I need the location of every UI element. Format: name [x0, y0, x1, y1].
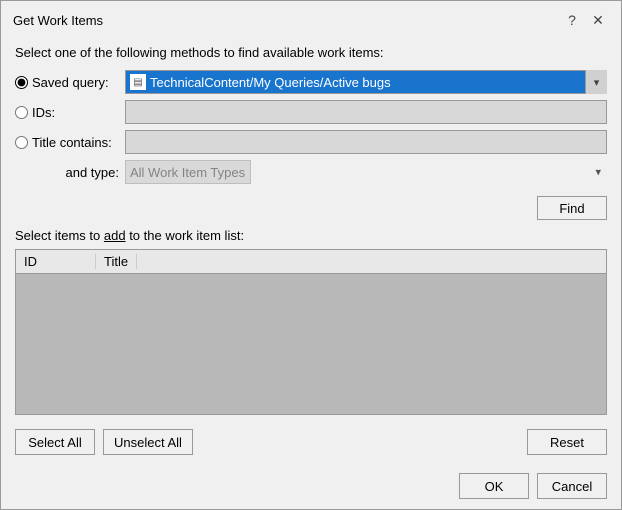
title-bar-actions: ? ✕	[561, 9, 609, 31]
dialog-body: Select one of the following methods to f…	[1, 35, 621, 465]
ids-row: IDs:	[15, 100, 607, 124]
select-all-button[interactable]: Select All	[15, 429, 95, 455]
title-contains-radio[interactable]	[15, 136, 28, 149]
bottom-buttons: Select All Unselect All Reset	[15, 429, 607, 455]
close-button[interactable]: ✕	[587, 9, 609, 31]
find-row: Find	[15, 196, 607, 220]
saved-query-row: Saved query: TechnicalContent/My Queries…	[15, 70, 607, 94]
reset-button[interactable]: Reset	[527, 429, 607, 455]
title-column-header: Title	[96, 254, 137, 269]
saved-query-dropdown-arrow[interactable]: ▾	[585, 70, 607, 94]
main-instruction: Select one of the following methods to f…	[15, 45, 607, 60]
ids-label[interactable]: IDs:	[15, 105, 125, 120]
bottom-right-buttons: Reset	[527, 429, 607, 455]
and-type-row: and type: All Work Item Types	[15, 160, 607, 184]
dialog-footer: OK Cancel	[1, 465, 621, 509]
get-work-items-dialog: Get Work Items ? ✕ Select one of the fol…	[0, 0, 622, 510]
table-header: ID Title	[16, 250, 606, 274]
ids-input[interactable]	[125, 100, 607, 124]
title-contains-label[interactable]: Title contains:	[15, 135, 125, 150]
id-column-header: ID	[16, 254, 96, 269]
unselect-all-button[interactable]: Unselect All	[103, 429, 193, 455]
and-type-label: and type:	[15, 165, 125, 180]
bottom-left-buttons: Select All Unselect All	[15, 429, 193, 455]
ids-radio[interactable]	[15, 106, 28, 119]
search-form: Saved query: TechnicalContent/My Queries…	[15, 70, 607, 184]
results-table: ID Title	[15, 249, 607, 415]
help-button[interactable]: ?	[561, 9, 583, 31]
saved-query-label[interactable]: Saved query:	[15, 75, 125, 90]
table-body	[16, 274, 606, 414]
title-bar: Get Work Items ? ✕	[1, 1, 621, 35]
find-button[interactable]: Find	[537, 196, 607, 220]
items-instruction: Select items to add to the work item lis…	[15, 228, 607, 243]
query-icon	[130, 74, 146, 90]
title-contains-input[interactable]	[125, 130, 607, 154]
title-contains-row: Title contains:	[15, 130, 607, 154]
saved-query-wrapper: TechnicalContent/My Queries/Active bugs …	[125, 70, 607, 94]
saved-query-display[interactable]: TechnicalContent/My Queries/Active bugs	[125, 70, 607, 94]
work-item-type-wrapper: All Work Item Types	[125, 160, 607, 184]
saved-query-radio[interactable]	[15, 76, 28, 89]
cancel-button[interactable]: Cancel	[537, 473, 607, 499]
dialog-title: Get Work Items	[13, 13, 103, 28]
ok-button[interactable]: OK	[459, 473, 529, 499]
work-item-type-select[interactable]: All Work Item Types	[125, 160, 251, 184]
